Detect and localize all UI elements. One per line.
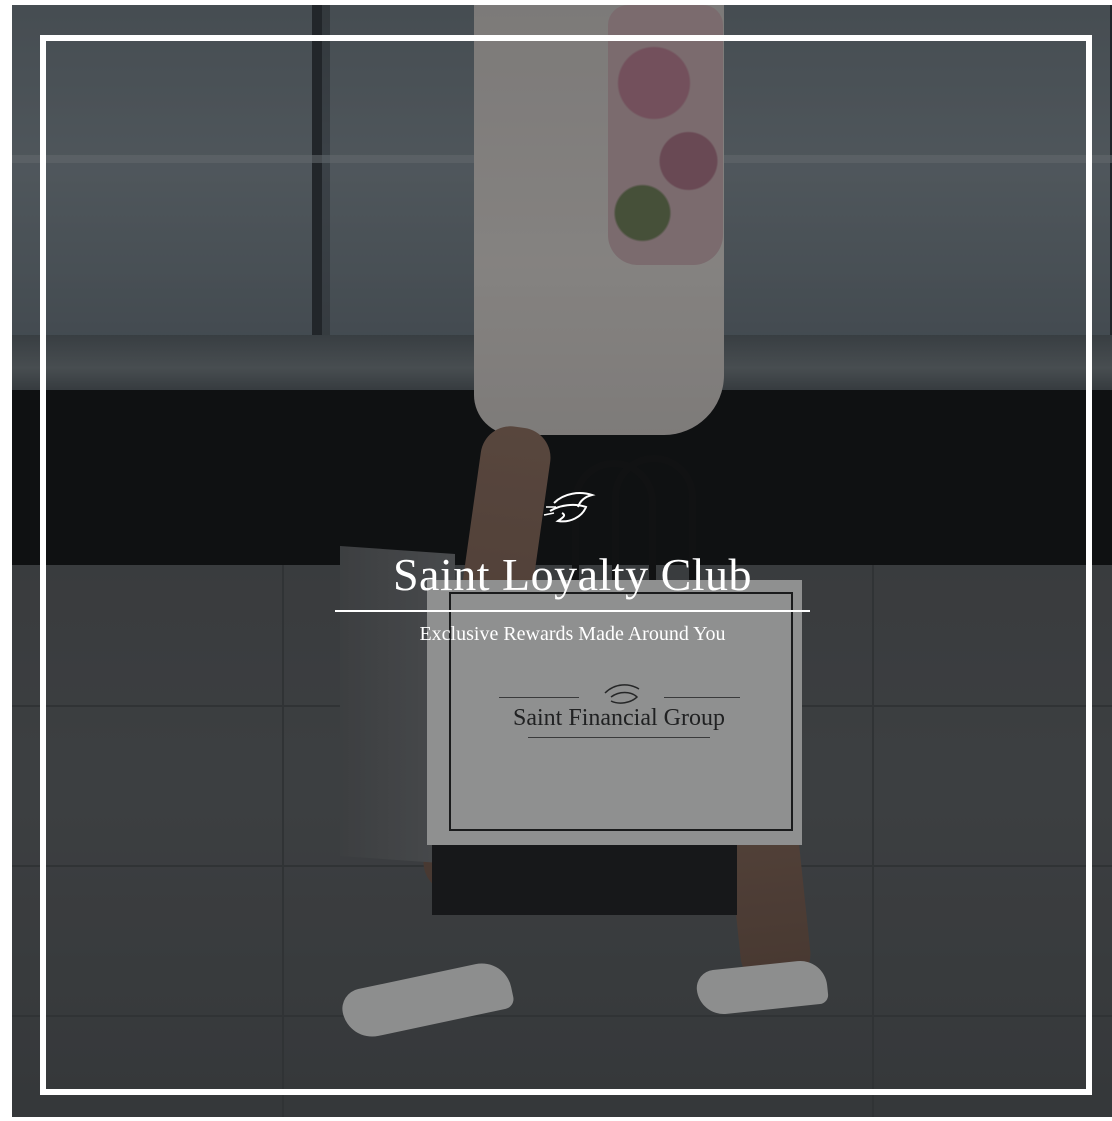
club-tagline: Exclusive Rewards Made Around You — [419, 623, 726, 645]
bird-icon — [543, 492, 596, 523]
club-title: Saint Loyalty Club — [392, 549, 753, 600]
title-underline — [335, 610, 810, 612]
